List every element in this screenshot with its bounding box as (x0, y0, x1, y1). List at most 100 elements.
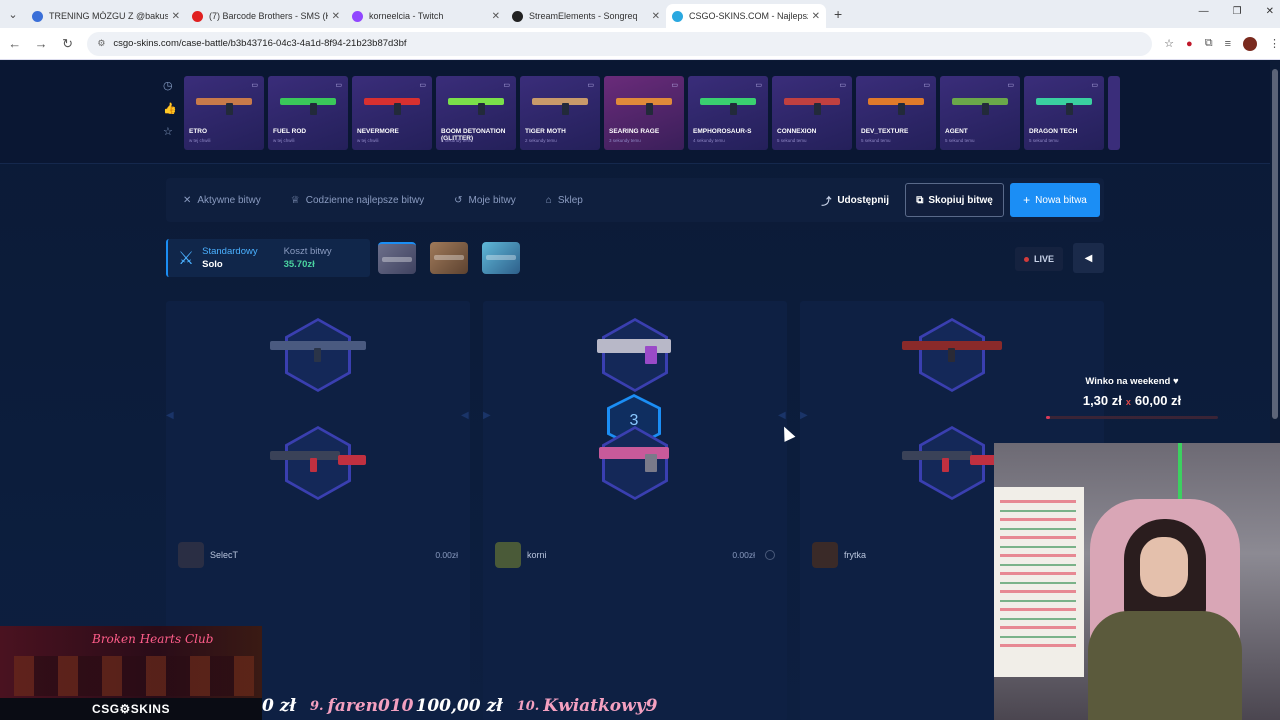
drop-card[interactable]: ▭ DEV_TEXTURE 5 sekund temu (856, 76, 936, 150)
speaker-icon: ◀ (1084, 252, 1093, 264)
weapon-image (902, 441, 998, 475)
browser-tab[interactable]: CSGO-SKINS.COM - Najlepsze ✕ (666, 4, 826, 28)
bookmark-icon[interactable]: ▭ (251, 81, 258, 89)
info-icon[interactable] (765, 550, 775, 560)
extension-icon[interactable]: ● (1186, 38, 1193, 50)
drop-time: 5 sekund temu (777, 138, 807, 143)
case-thumbnail[interactable] (430, 242, 468, 274)
reload-icon[interactable]: ↻ (56, 36, 79, 52)
clock-icon[interactable]: ◷ (163, 79, 177, 92)
avatar (178, 542, 204, 568)
ticker-rank: 10. (516, 698, 540, 714)
drop-time: 5 sekund temu (1029, 138, 1059, 143)
drop-card[interactable]: ▭ CONNEXION 5 sekund temu (772, 76, 852, 150)
skin-name: DEV_TEXTURE (861, 128, 909, 135)
nav-daily-best[interactable]: ♕ Codzienne najlepsze bitwy (291, 195, 424, 206)
drop-card[interactable]: ▭ EMPHOROSAUR-S 4 sekundy temu (688, 76, 768, 150)
nav-shop[interactable]: ⌂ Sklep (546, 195, 583, 206)
bookmark-icon[interactable]: ▭ (671, 81, 678, 89)
url-field[interactable]: ⚙ csgo-skins.com/case-battle/b3b43716-04… (87, 31, 1153, 56)
drop-card[interactable]: ▭ BOOM DETONATION (GLITTER) 2 sekundy temu (436, 76, 516, 150)
case-thumbnail[interactable] (378, 242, 416, 274)
browser-tab[interactable]: korneelcia - Twitch ✕ (346, 4, 506, 28)
battle-mode: ⚔ Standardowy Solo Koszt bitwy 35.70zł (166, 239, 370, 277)
tab-favicon-icon (512, 10, 523, 22)
live-badge[interactable]: LIVE (1015, 247, 1063, 271)
bookmark-icon[interactable]: ▭ (839, 81, 846, 89)
drop-time: 2 sekundy temu (525, 138, 557, 143)
profile-avatar[interactable] (1242, 36, 1257, 51)
drop-card[interactable]: ▭ SEARING RAGE 3 sekundy temu (604, 76, 684, 150)
browser-tab[interactable]: (7) Barcode Brothers - SMS (Kri ✕ (186, 4, 346, 28)
drop-time: w tej chwili (273, 138, 295, 143)
skin-image (868, 92, 924, 115)
mode-players: Solo (202, 259, 223, 270)
copy-icon: ⧉ (916, 194, 924, 206)
battle-cases (378, 242, 520, 274)
window-controls: — ❐ ✕ (1199, 6, 1274, 17)
new-label: Nowa bitwa (1035, 194, 1087, 206)
player-row: SelecT 0.00zł (178, 541, 458, 569)
share-button[interactable]: ⤴ Udostępnij (821, 193, 889, 208)
player-column: 3 ▶ ◀ korni 0.00zł (483, 301, 787, 720)
tab-title: korneelcia - Twitch (369, 11, 444, 21)
drop-list: ▭ ETRO w tej chwili ▭ FUEL ROD w tej chwili ▭ N… (184, 76, 1120, 150)
drop-card[interactable]: ▭ NEVERMORE w tej chwili (352, 76, 432, 150)
tab-title: (7) Barcode Brothers - SMS (Kri (209, 11, 328, 21)
site-info-icon[interactable]: ⚙ (97, 38, 105, 49)
drop-card[interactable]: ▭ ETRO w tej chwili (184, 76, 264, 150)
new-tab-icon[interactable]: + (834, 6, 842, 22)
history-icon: ↺ (454, 194, 463, 206)
bookmark-icon[interactable]: ▭ (419, 81, 426, 89)
kebab-menu-icon[interactable]: ⋮ (1269, 37, 1280, 50)
ticker-name: Kwiatkowy9 (543, 696, 658, 716)
browser-tab[interactable]: StreamElements - Songreq ✕ (506, 4, 666, 28)
scrollbar-thumb[interactable] (1272, 69, 1278, 419)
nav-active-battles[interactable]: ✕ Aktywne bitwy (183, 195, 261, 206)
player-name: frytka (844, 550, 867, 560)
sound-toggle-button[interactable]: ◀ (1073, 243, 1104, 273)
puzzle-icon[interactable]: ⧉ (1205, 37, 1213, 50)
copy-battle-button[interactable]: ⧉ Skopiuj bitwę (905, 183, 1004, 217)
bookmark-icon[interactable]: ▭ (755, 81, 762, 89)
browser-tab[interactable]: TRENING MÓZGU Z @bakusio ✕ (26, 4, 186, 28)
back-icon[interactable]: ← (3, 36, 26, 51)
drop-card[interactable]: ▭ FUEL ROD w tej chwili (268, 76, 348, 150)
bookmark-icon[interactable]: ▭ (587, 81, 594, 89)
new-battle-button[interactable]: + Nowa bitwa (1010, 183, 1100, 217)
close-window-icon[interactable]: ✕ (1266, 6, 1274, 17)
tab-close-icon[interactable]: ✕ (652, 11, 660, 22)
drop-card[interactable]: ▭ AGENT 5 sekund temu (940, 76, 1020, 150)
extensions: ☆ ● ⧉ ≡ ⋮ (1164, 36, 1280, 51)
reading-list-icon[interactable]: ≡ (1225, 38, 1231, 50)
drop-card[interactable] (1108, 76, 1120, 150)
drop-time: 5 sekund temu (861, 138, 891, 143)
nav-my-battles[interactable]: ↺ Moje bitwy (454, 195, 516, 206)
bookmark-icon[interactable]: ▭ (335, 81, 342, 89)
skin-image (700, 92, 756, 115)
tab-title: CSGO-SKINS.COM - Najlepsze (689, 11, 808, 21)
donation-progress-bar (1046, 416, 1218, 419)
bookmark-icon[interactable]: ▭ (1091, 81, 1098, 89)
bookmark-icon[interactable]: ▭ (503, 81, 510, 89)
streamer-shirt (1088, 611, 1242, 720)
thumbs-up-icon[interactable]: 👍 (163, 102, 177, 115)
tab-close-icon[interactable]: ✕ (492, 11, 500, 22)
drop-card[interactable]: ▭ TIGER MOTH 2 sekundy temu (520, 76, 600, 150)
tab-favicon-icon (192, 10, 203, 22)
forward-icon[interactable]: → (29, 36, 52, 51)
bookmark-star-icon[interactable]: ☆ (1164, 37, 1174, 50)
url-text: csgo-skins.com/case-battle/b3b43716-04c3… (113, 38, 407, 49)
drop-card[interactable]: ▭ DRAGON TECH 5 sekund temu (1024, 76, 1104, 150)
tab-close-icon[interactable]: ✕ (812, 11, 820, 22)
tab-search-icon[interactable]: ⌄ (0, 0, 26, 28)
star-icon[interactable]: ☆ (163, 125, 177, 138)
bookmark-icon[interactable]: ▭ (1007, 81, 1014, 89)
streamer-face (1140, 537, 1188, 597)
minimize-icon[interactable]: — (1199, 6, 1209, 17)
tab-close-icon[interactable]: ✕ (172, 11, 180, 22)
case-thumbnail[interactable] (482, 242, 520, 274)
restore-icon[interactable]: ❐ (1233, 6, 1242, 17)
tab-close-icon[interactable]: ✕ (332, 11, 340, 22)
bookmark-icon[interactable]: ▭ (923, 81, 930, 89)
